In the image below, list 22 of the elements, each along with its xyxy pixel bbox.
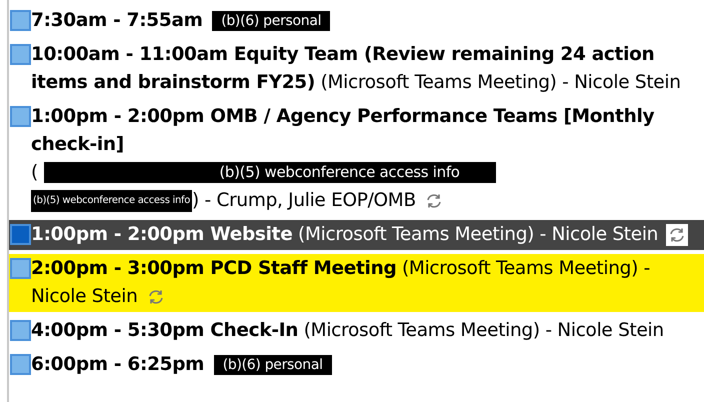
event-title: 4:00pm - 5:30pm Check-In: [31, 320, 298, 341]
event-title: 1:00pm - 2:00pm OMB / Agency Performance Teams [Monthly: [31, 106, 654, 127]
event-title: 7:30am - 7:55am: [31, 10, 203, 31]
event-details: (Microsoft Teams Meeting) - Nicole Stein: [298, 224, 658, 245]
event-row[interactable]: 1:00pm - 2:00pm Website (Microsoft Teams Meeting) - Nicole Stein: [9, 220, 704, 250]
redaction-label: (b)(5) webconference access info: [44, 162, 496, 184]
event-title: 10:00am - 11:00am Equity Team (Review remaining 24 action: [31, 44, 654, 65]
event-details: (: [31, 162, 38, 183]
redaction-label: (b)(6) personal: [212, 10, 330, 31]
event-details: ) - Crump, Julie EOP/OMB: [192, 190, 416, 211]
event-title: items and brainstorm FY25): [31, 72, 315, 93]
event-details: Nicole Stein: [31, 286, 138, 307]
event-details: (Microsoft Teams Meeting) -: [402, 258, 650, 279]
event-title: 6:00pm - 6:25pm: [31, 354, 204, 375]
event-title: check-in]: [31, 134, 124, 155]
event-details: (Microsoft Teams Meeting) - Nicole Stein: [304, 320, 664, 341]
redaction-label: (b)(5) webconference access info: [31, 190, 192, 212]
event-title: 1:00pm - 2:00pm Website: [31, 224, 292, 245]
event-details: (Microsoft Teams Meeting) - Nicole Stein: [320, 72, 681, 93]
event-title: 2:00pm - 3:00pm PCD Staff Meeting: [31, 258, 396, 279]
event-row[interactable]: 2:00pm - 3:00pm PCD Staff Meeting (Microsoft Teams Meeting) - Nicole Stein: [9, 254, 704, 312]
redaction-label: (b)(6) personal: [214, 354, 332, 375]
